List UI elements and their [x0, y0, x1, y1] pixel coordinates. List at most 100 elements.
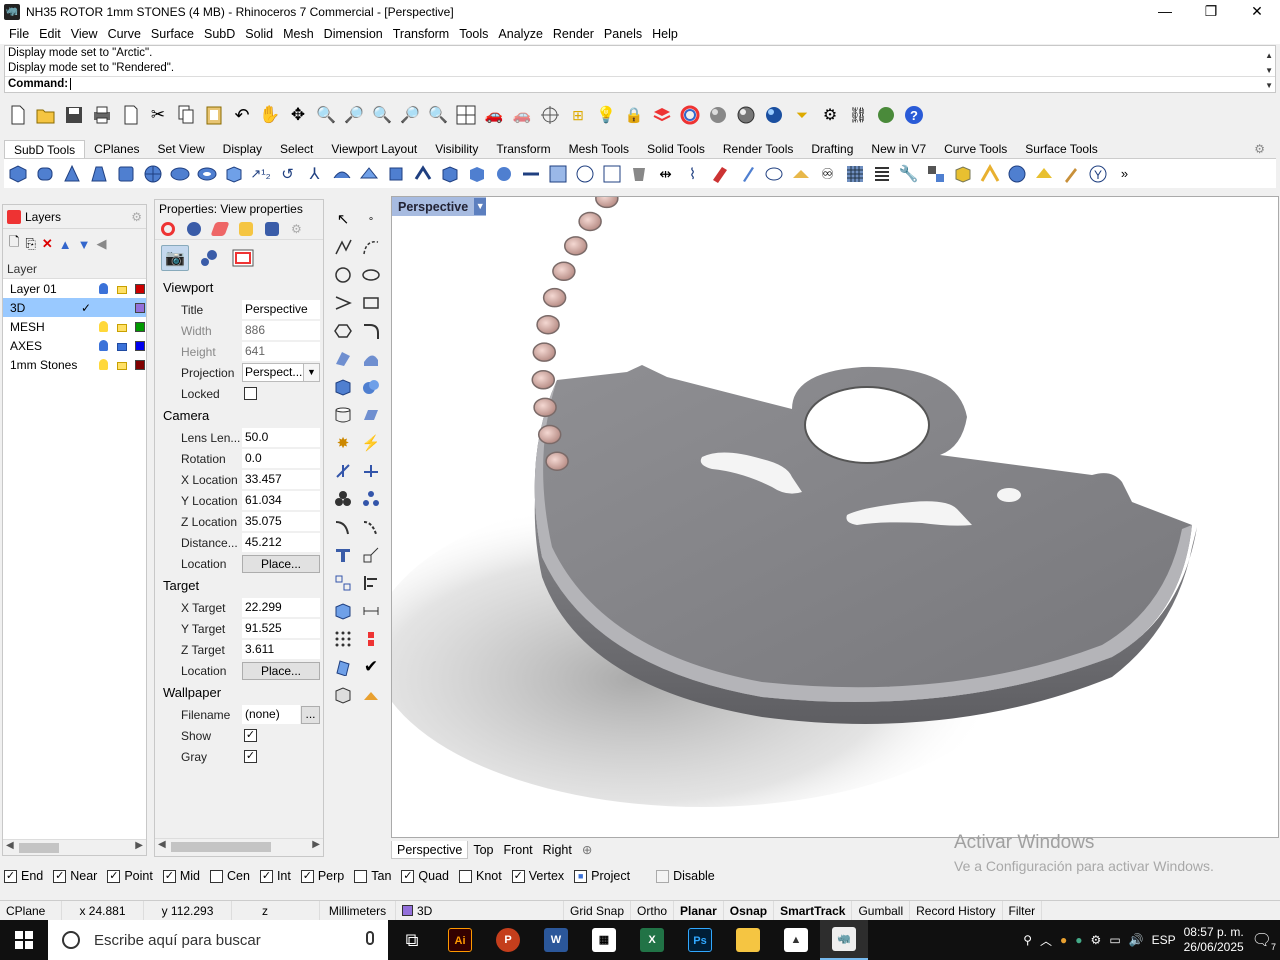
- current-layer-indicator[interactable]: 3D: [396, 900, 564, 921]
- extrude-tool[interactable]: [330, 402, 356, 428]
- lights-button[interactable]: 💡: [592, 101, 620, 129]
- notifications-button[interactable]: 🗨 7: [1252, 930, 1276, 952]
- current-layer-check-icon[interactable]: ✓: [81, 301, 91, 315]
- history-tool[interactable]: [358, 626, 384, 652]
- layer-name[interactable]: 1mm Stones: [10, 358, 80, 372]
- layer-name[interactable]: 3D: [10, 301, 80, 315]
- photoshop-taskbar-button[interactable]: Ps: [676, 920, 724, 960]
- osnap-disable[interactable]: Disable: [656, 869, 715, 883]
- show-hidden-icons-chevron[interactable]: ︿: [1040, 932, 1052, 949]
- menu-edit[interactable]: Edit: [34, 27, 66, 41]
- subd-primitive-button[interactable]: [220, 160, 247, 188]
- subd-reflect-button[interactable]: [598, 160, 625, 188]
- osnap-end[interactable]: ✓ End: [4, 869, 43, 883]
- osnap-project[interactable]: ■ Project: [574, 869, 630, 883]
- menu-surface[interactable]: Surface: [146, 27, 199, 41]
- rendered-sphere-button[interactable]: [760, 101, 788, 129]
- subd-extrude-button[interactable]: [382, 160, 409, 188]
- camera-place-button[interactable]: Place...: [242, 554, 320, 573]
- layer-color-swatch[interactable]: [135, 321, 145, 332]
- wallpaper-button[interactable]: [229, 245, 257, 271]
- tab-mesh-tools[interactable]: Mesh Tools: [560, 140, 638, 158]
- target-place-button[interactable]: Place...: [242, 661, 320, 680]
- subd-pen-button[interactable]: [733, 160, 760, 188]
- four-viewports-button[interactable]: [452, 101, 480, 129]
- tab-perspective[interactable]: Perspective: [391, 841, 469, 859]
- layer-color-swatch[interactable]: [135, 302, 145, 313]
- osnap-int[interactable]: ✓ Int: [259, 869, 291, 883]
- subd-slide-button[interactable]: [706, 160, 733, 188]
- x-location-field[interactable]: 33.457: [242, 470, 320, 489]
- mesh-tool[interactable]: [358, 402, 384, 428]
- material-tab-icon[interactable]: [187, 221, 201, 236]
- car-button[interactable]: 🚗: [480, 101, 508, 129]
- visibility-bulb-icon[interactable]: [99, 359, 108, 370]
- network-icon[interactable]: ▭: [1109, 933, 1120, 947]
- layers-button[interactable]: [648, 101, 676, 129]
- subd-align-button[interactable]: ⌇: [679, 160, 706, 188]
- excel-taskbar-button[interactable]: X: [628, 920, 676, 960]
- tab-curve-tools[interactable]: Curve Tools: [935, 140, 1016, 158]
- chevron-down-icon[interactable]: ▼: [303, 364, 319, 381]
- help-button[interactable]: ?: [900, 101, 928, 129]
- dimension-tool[interactable]: [358, 598, 384, 624]
- text-tool[interactable]: [330, 542, 356, 568]
- tab-viewport-layout[interactable]: Viewport Layout: [322, 140, 426, 158]
- subd-list-button[interactable]: [868, 160, 895, 188]
- curve-tool[interactable]: [358, 234, 384, 260]
- zoom-button[interactable]: 🔍: [312, 101, 340, 129]
- tab-subd-tools[interactable]: SubD Tools: [4, 140, 86, 158]
- command-scroll-arrows[interactable]: ▲ ▼ ▼: [1265, 48, 1273, 93]
- undo-view-button[interactable]: 🔍: [424, 101, 452, 129]
- new-layer-icon[interactable]: 🗋: [9, 233, 19, 255]
- layers-gear-icon[interactable]: ⚙: [131, 210, 142, 224]
- layer-color-swatch[interactable]: [135, 283, 145, 294]
- surface-tool[interactable]: [330, 346, 356, 372]
- visibility-bulb-icon[interactable]: [99, 283, 108, 294]
- options-button[interactable]: ⚙: [816, 101, 844, 129]
- volume-icon[interactable]: 🔊: [1129, 933, 1144, 947]
- unlocked-icon[interactable]: [117, 362, 127, 370]
- rhino-taskbar-button[interactable]: 🦏: [820, 920, 868, 960]
- points-button[interactable]: ⊞: [564, 101, 592, 129]
- array-grid-tool[interactable]: [330, 626, 356, 652]
- layer-row[interactable]: 1mm Stones: [3, 355, 146, 374]
- layer-color-swatch[interactable]: [135, 340, 145, 351]
- subd-select-button[interactable]: [625, 160, 652, 188]
- paste-button[interactable]: [200, 101, 228, 129]
- tab-set-view[interactable]: Set View: [149, 140, 214, 158]
- layer-column-header[interactable]: Layer: [3, 259, 146, 279]
- explode-curve-tool[interactable]: [358, 514, 384, 540]
- boolean-tool[interactable]: [358, 374, 384, 400]
- browse-button[interactable]: ...: [301, 705, 320, 724]
- menu-tools[interactable]: Tools: [454, 27, 493, 41]
- tab-surface-tools[interactable]: Surface Tools: [1016, 140, 1107, 158]
- locked-icon[interactable]: [117, 343, 127, 351]
- calculator-taskbar-button[interactable]: ▦: [580, 920, 628, 960]
- osnap-cen[interactable]: Cen: [210, 869, 250, 883]
- osnap-checkbox[interactable]: [656, 869, 670, 883]
- color-tab-icon[interactable]: [161, 221, 175, 236]
- record-history-toggle[interactable]: Record History: [910, 900, 1003, 921]
- tray-app3-icon[interactable]: ⚙: [1091, 933, 1102, 947]
- taskbar-search[interactable]: Escribe aquí para buscar: [48, 920, 388, 960]
- smarttrack-toggle[interactable]: SmartTrack: [774, 900, 853, 921]
- subd-mesh-yellow-button[interactable]: [1030, 160, 1057, 188]
- object-snap-button[interactable]: [536, 101, 564, 129]
- folder-tab-icon[interactable]: [239, 221, 253, 236]
- tab-drafting[interactable]: Drafting: [802, 140, 862, 158]
- osnap-vertex[interactable]: ✓ Vertex: [511, 869, 564, 883]
- rotate-view-button[interactable]: ✥: [284, 101, 312, 129]
- group-tool[interactable]: [330, 486, 356, 512]
- command-prompt[interactable]: Command:: [5, 76, 1275, 91]
- gumball-toggle[interactable]: Gumball: [852, 900, 911, 921]
- osnap-checkbox[interactable]: [210, 869, 223, 883]
- title-field[interactable]: Perspective: [242, 300, 320, 319]
- object-properties-button[interactable]: [676, 101, 704, 129]
- osnap-tan[interactable]: Tan: [354, 869, 391, 883]
- layers-panel-title[interactable]: Layers: [25, 210, 61, 224]
- toolbar-overflow-button[interactable]: »: [1111, 160, 1138, 188]
- ungroup-tool[interactable]: [358, 486, 384, 512]
- subd-yellow-box-button[interactable]: [949, 160, 976, 188]
- osnap-checkbox[interactable]: ✓: [162, 869, 176, 883]
